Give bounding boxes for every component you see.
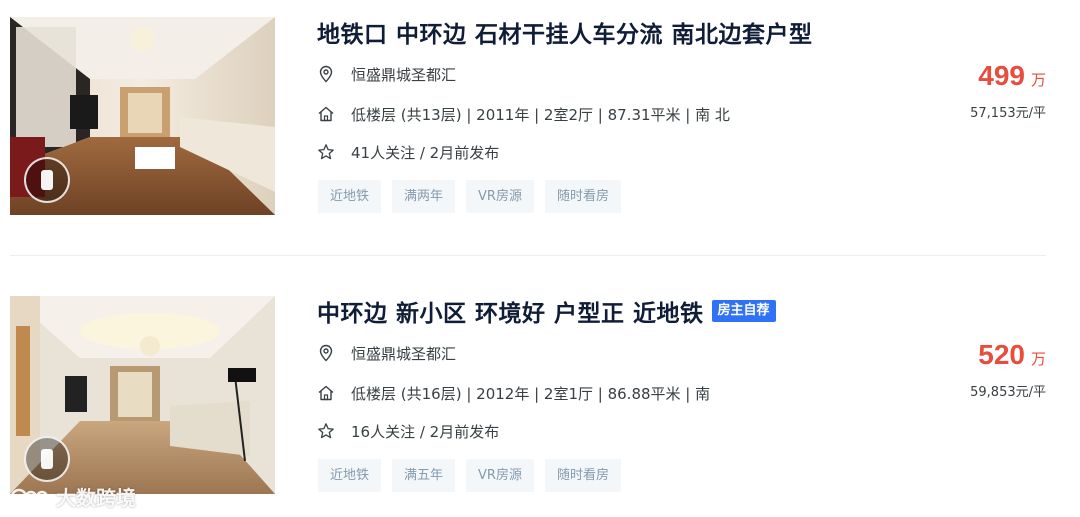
listing-location[interactable]: 恒盛鼎城圣都汇 — [351, 343, 456, 364]
vr-icon[interactable] — [24, 157, 70, 203]
watermark: 大数跨境 — [10, 482, 136, 511]
unit-price: 57,153元/平 — [970, 106, 1046, 121]
follow-info: 16人关注 / 2月前发布 — [351, 422, 500, 441]
tag: 随时看房 — [544, 459, 621, 492]
star-icon — [317, 143, 335, 161]
follow-info: 41人关注 / 2月前发布 — [351, 143, 500, 162]
house-icon — [317, 105, 335, 123]
tag: VR房源 — [466, 180, 534, 213]
tag-list: 近地铁 满两年 VR房源 随时看房 — [318, 180, 632, 213]
star-icon — [317, 422, 335, 440]
listing-title[interactable]: 中环边 新小区 环境好 户型正 近地铁 — [317, 294, 704, 328]
unit-price: 59,853元/平 — [970, 385, 1046, 400]
divider — [10, 255, 1046, 256]
total-price: 520 万 — [978, 339, 1046, 370]
house-info: 低楼层 (共16层) | 2012年 | 2室1厅 | 86.88平米 | 南 — [351, 384, 711, 403]
price-block: 520 万 59,853元/平 — [970, 339, 1046, 400]
tag: 随时看房 — [544, 180, 621, 213]
listing-title[interactable]: 地铁口 中环边 石材干挂人车分流 南北边套户型 — [317, 15, 813, 49]
listing-location[interactable]: 恒盛鼎城圣都汇 — [351, 64, 456, 85]
location-pin-icon — [317, 65, 335, 83]
tag: 近地铁 — [318, 459, 382, 492]
house-info: 低楼层 (共13层) | 2011年 | 2室2厅 | 87.31平米 | 南 … — [351, 105, 730, 124]
tag: VR房源 — [466, 459, 534, 492]
listing-item[interactable]: 地铁口 中环边 石材干挂人车分流 南北边套户型 恒盛鼎城圣都汇 低楼层 (共13… — [10, 17, 1046, 237]
tag: 满两年 — [392, 180, 456, 213]
owner-recommend-badge: 房主自荐 — [711, 300, 776, 322]
listing-item[interactable]: 中环边 新小区 环境好 户型正 近地铁 房主自荐 恒盛鼎城圣都汇 低楼层 (共1… — [10, 296, 1046, 516]
house-icon — [317, 384, 335, 402]
watermark-logo-icon — [10, 488, 49, 505]
vr-icon[interactable] — [24, 436, 70, 482]
total-price: 499 万 — [978, 60, 1046, 91]
listing-photo[interactable] — [10, 296, 275, 494]
listing-photo[interactable] — [10, 17, 275, 215]
watermark-text: 大数跨境 — [56, 486, 136, 510]
price-block: 499 万 57,153元/平 — [970, 60, 1046, 121]
location-pin-icon — [317, 344, 335, 362]
tag: 近地铁 — [318, 180, 382, 213]
tag: 满五年 — [392, 459, 456, 492]
tag-list: 近地铁 满五年 VR房源 随时看房 — [318, 459, 632, 492]
